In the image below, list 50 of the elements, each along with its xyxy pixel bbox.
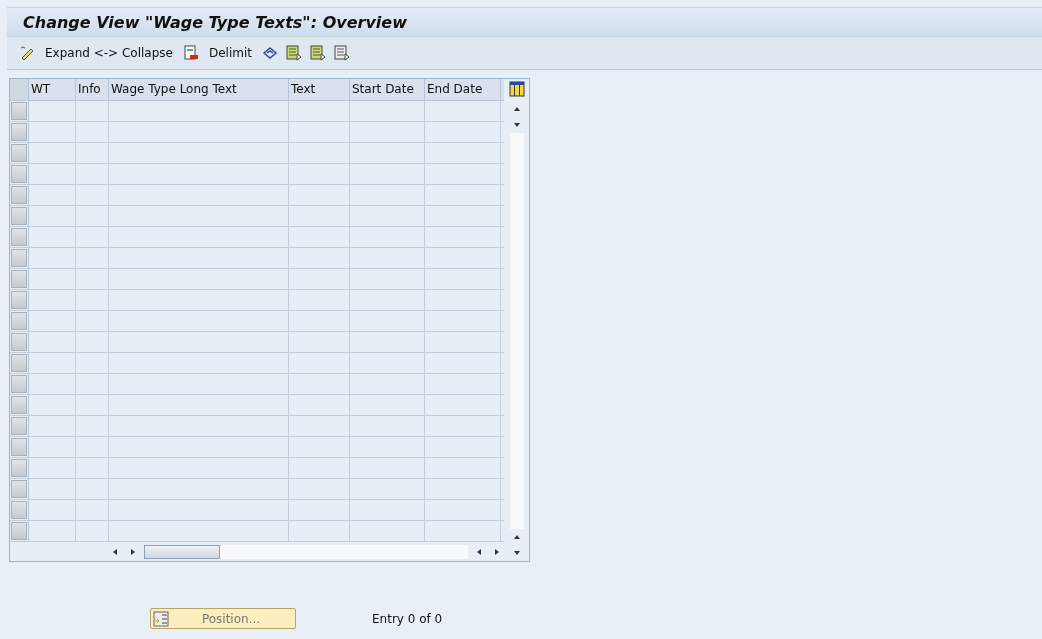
row-selector[interactable]: [11, 102, 27, 120]
scroll-up-icon[interactable]: [512, 533, 521, 541]
toolbar-button[interactable]: Delimit: [206, 46, 254, 60]
column-header[interactable]: WT: [29, 79, 76, 100]
row-selector[interactable]: [11, 123, 27, 141]
row-selector[interactable]: [11, 438, 27, 456]
table-select-icon[interactable]: [310, 45, 326, 61]
position-button[interactable]: Position...: [150, 608, 296, 629]
row-selector[interactable]: [11, 249, 27, 267]
pencil-icon[interactable]: [19, 45, 35, 61]
row-selector[interactable]: [11, 186, 27, 204]
position-icon: [153, 610, 169, 627]
document-minus-icon[interactable]: [182, 45, 199, 61]
scrollbar-thumb[interactable]: [144, 544, 220, 559]
scroll-up-icon[interactable]: [512, 105, 521, 113]
scroll-right-icon[interactable]: [129, 547, 137, 556]
table-select-icon[interactable]: [334, 45, 350, 61]
scrollbar-track[interactable]: [144, 544, 468, 559]
column-header[interactable]: Wage Type Long Text: [109, 79, 289, 100]
row-selector[interactable]: [11, 333, 27, 351]
row-selector[interactable]: [11, 312, 27, 330]
row-selector[interactable]: [11, 228, 27, 246]
window-title: Change View "Wage Type Texts": Overview: [23, 12, 407, 32]
toolbar-button[interactable]: Expand <-> Collapse: [43, 46, 175, 60]
column-header[interactable]: Info: [76, 79, 109, 100]
row-selector[interactable]: [11, 522, 27, 540]
scroll-left-icon[interactable]: [111, 547, 119, 556]
select-all-corner[interactable]: [10, 79, 29, 100]
row-selector[interactable]: [11, 396, 27, 414]
scroll-down-icon[interactable]: [512, 121, 521, 129]
column-settings-icon[interactable]: [508, 81, 525, 97]
scroll-left-icon[interactable]: [475, 547, 483, 556]
row-selector[interactable]: [11, 144, 27, 162]
row-selector[interactable]: [11, 480, 27, 498]
row-selector[interactable]: [11, 270, 27, 288]
table-select-icon[interactable]: [286, 45, 302, 61]
entry-count: Entry 0 of 0: [372, 611, 443, 626]
row-selector[interactable]: [11, 501, 27, 519]
row-selector[interactable]: [11, 375, 27, 393]
scroll-right-icon[interactable]: [493, 547, 501, 556]
row-selector[interactable]: [11, 291, 27, 309]
column-header[interactable]: End Date: [425, 79, 501, 100]
scroll-down-icon[interactable]: [512, 549, 521, 557]
row-selector[interactable]: [11, 354, 27, 372]
row-selector[interactable]: [11, 417, 27, 435]
row-selector[interactable]: [11, 207, 27, 225]
row-selector[interactable]: [11, 165, 27, 183]
column-header[interactable]: Text: [289, 79, 350, 100]
column-header[interactable]: Start Date: [350, 79, 425, 100]
row-selector[interactable]: [11, 459, 27, 477]
